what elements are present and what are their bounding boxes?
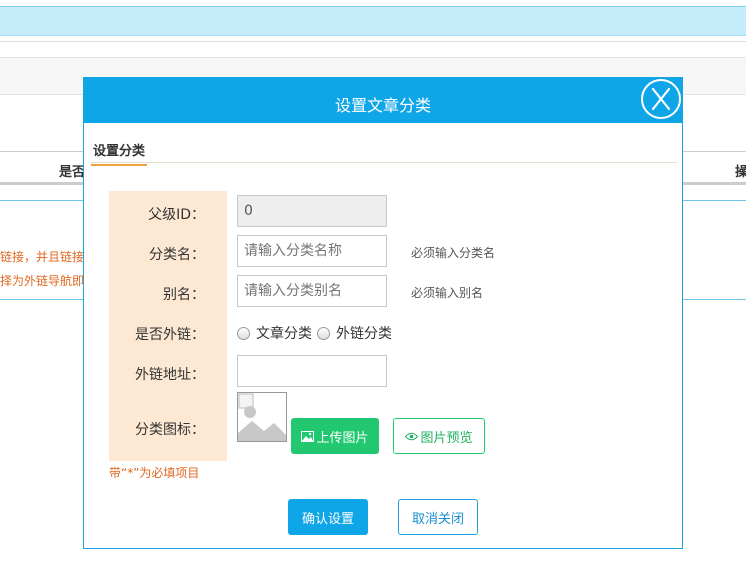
radio-external-category-label[interactable]: 外链分类 xyxy=(336,323,392,343)
background-header-actions: 操 xyxy=(735,165,746,180)
parent-id-field[interactable]: 0 xyxy=(237,195,387,227)
parent-id-label: 父级ID： xyxy=(148,207,205,223)
background-header-is-external: 是否 xyxy=(59,165,86,180)
dialog-header: 设置文章分类 xyxy=(84,78,682,123)
alias-label: 别名： xyxy=(163,287,205,303)
alias-hint: 必须输入别名 xyxy=(411,286,484,300)
image-preview-label: 图片预览 xyxy=(420,430,473,446)
background-note-line-2: 择为外链导航即 xyxy=(0,274,85,288)
background-divider xyxy=(0,41,746,42)
external-url-label: 外链地址： xyxy=(135,367,205,383)
background-note-line-1: 链接，并且链接 xyxy=(0,250,85,264)
upload-image-button[interactable]: 上传图片 xyxy=(291,418,379,454)
form-label-column: 父级ID： 分类名： 别名： 是否外链： 外链地址： 分类图标： xyxy=(109,191,227,461)
eye-icon xyxy=(405,432,419,440)
radio-article-category[interactable] xyxy=(237,326,250,340)
close-button[interactable] xyxy=(641,79,681,119)
radio-article-category-label[interactable]: 文章分类 xyxy=(256,323,312,343)
set-category-dialog: 设置文章分类 设置分类 父级ID： 分类名： 别名： 是否外链： 外链地址： 分… xyxy=(83,77,683,549)
image-icon xyxy=(301,430,315,442)
tab-set-category[interactable]: 设置分类 xyxy=(91,140,148,166)
category-icon-label: 分类图标： xyxy=(135,422,205,438)
alias-input[interactable] xyxy=(237,275,387,307)
radio-external-category[interactable] xyxy=(317,326,330,340)
image-preview-button[interactable]: 图片预览 xyxy=(393,418,485,454)
close-icon xyxy=(651,87,671,111)
required-note: 带“*”为必填项目 xyxy=(109,466,200,480)
background-top-bar xyxy=(0,6,746,36)
is-external-radio-group: 文章分类 外链分类 xyxy=(237,323,397,343)
external-url-input[interactable] xyxy=(237,355,387,387)
cancel-button[interactable]: 取消关闭 xyxy=(398,499,478,535)
broken-image-icon xyxy=(238,393,286,441)
category-icon-preview xyxy=(237,392,287,442)
dialog-title: 设置文章分类 xyxy=(334,96,431,115)
confirm-button[interactable]: 确认设置 xyxy=(288,499,368,535)
is-external-label: 是否外链： xyxy=(135,327,205,343)
category-name-hint: 必须输入分类名 xyxy=(411,246,496,260)
category-name-input[interactable] xyxy=(237,235,387,267)
tab-bar: 设置分类 xyxy=(91,138,677,166)
category-name-label: 分类名： xyxy=(149,247,205,263)
upload-image-label: 上传图片 xyxy=(316,430,369,446)
